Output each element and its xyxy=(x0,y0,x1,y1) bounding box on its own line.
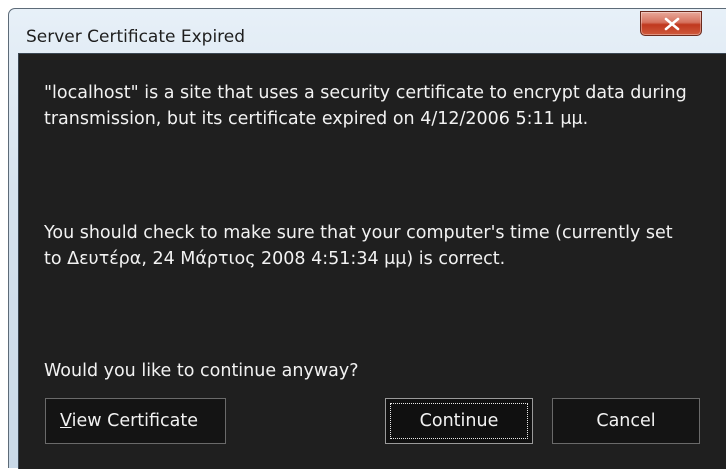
view-certificate-label: iew Certificate xyxy=(71,411,198,431)
cancel-label: Cancel xyxy=(596,411,656,431)
continue-button[interactable]: Continue xyxy=(385,398,533,444)
message-question: Would you like to continue anyway? xyxy=(44,361,359,381)
close-icon xyxy=(664,17,680,31)
close-button[interactable] xyxy=(640,11,702,36)
cancel-button[interactable]: Cancel xyxy=(552,398,700,444)
view-certificate-accelerator: V xyxy=(60,411,72,431)
message-check-time: You should check to make sure that your … xyxy=(44,223,673,269)
dialog-window: Server Certificate Expired "localhost" i… xyxy=(8,8,726,469)
window-title: Server Certificate Expired xyxy=(26,27,246,47)
dialog-content: "localhost" is a site that uses a securi… xyxy=(18,53,726,469)
focus-rectangle xyxy=(390,403,528,439)
message-expired: "localhost" is a site that uses a securi… xyxy=(44,83,687,129)
title-bar[interactable]: Server Certificate Expired xyxy=(9,9,726,53)
view-certificate-button[interactable]: View Certificate xyxy=(45,398,226,444)
